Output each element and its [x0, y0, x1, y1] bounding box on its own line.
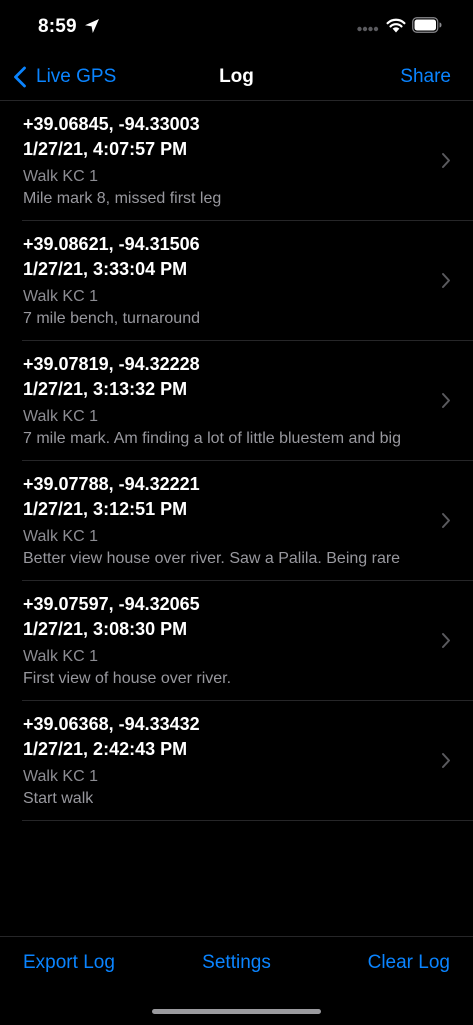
battery-icon [412, 17, 442, 33]
entry-note: Start walk [23, 790, 94, 807]
entry-trip-name: Walk KC 1 [23, 168, 98, 185]
entry-coordinates: +39.07819, -94.32228 [23, 354, 200, 374]
wifi-icon [386, 18, 406, 33]
entry-trip-name: Walk KC 1 [23, 648, 98, 665]
log-entry-row[interactable]: +39.07788, -94.32221 1/27/21, 3:12:51 PM… [22, 461, 473, 581]
entry-note: Better view house over river. Saw a Pali… [23, 550, 401, 567]
entry-timestamp: 1/27/21, 3:08:30 PM [23, 619, 188, 639]
entry-coordinates: +39.08621, -94.31506 [23, 234, 200, 254]
entry-coordinates: +39.07597, -94.32065 [23, 594, 200, 614]
chevron-right-icon [442, 393, 450, 408]
chevron-right-icon [442, 273, 450, 288]
status-bar: 8:59 [0, 0, 473, 54]
location-arrow-icon [85, 19, 99, 33]
entry-timestamp: 1/27/21, 3:33:04 PM [23, 259, 188, 279]
status-time: 8:59 [38, 16, 77, 37]
navigation-bar: Live GPS Log Share [0, 54, 473, 101]
log-list: +39.06845, -94.33003 1/27/21, 4:07:57 PM… [0, 101, 473, 821]
log-entry-row[interactable]: +39.06845, -94.33003 1/27/21, 4:07:57 PM… [22, 101, 473, 221]
chevron-right-icon [442, 153, 450, 168]
entry-coordinates: +39.07788, -94.32221 [23, 474, 200, 494]
entry-coordinates: +39.06368, -94.33432 [23, 714, 200, 734]
clear-log-button[interactable]: Clear Log [368, 952, 450, 974]
entry-timestamp: 1/27/21, 3:12:51 PM [23, 499, 188, 519]
log-entry-row[interactable]: +39.06368, -94.33432 1/27/21, 2:42:43 PM… [22, 701, 473, 821]
entry-note: Mile mark 8, missed first leg [23, 190, 222, 207]
log-entry-row[interactable]: +39.08621, -94.31506 1/27/21, 3:33:04 PM… [22, 221, 473, 341]
entry-note: 7 mile mark. Am finding a lot of little … [23, 430, 401, 447]
log-entry-row[interactable]: +39.07597, -94.32065 1/27/21, 3:08:30 PM… [22, 581, 473, 701]
entry-trip-name: Walk KC 1 [23, 768, 98, 785]
entry-note: 7 mile bench, turnaround [23, 310, 200, 327]
share-button[interactable]: Share [400, 66, 451, 88]
entry-trip-name: Walk KC 1 [23, 528, 98, 545]
chevron-right-icon [442, 513, 450, 528]
entry-timestamp: 1/27/21, 4:07:57 PM [23, 139, 188, 159]
entry-note: First view of house over river. [23, 670, 232, 687]
entry-trip-name: Walk KC 1 [23, 408, 98, 425]
home-indicator[interactable] [152, 1009, 321, 1014]
entry-timestamp: 1/27/21, 2:42:43 PM [23, 739, 188, 759]
cellular-dots-icon [357, 26, 379, 32]
chevron-right-icon [442, 633, 450, 648]
entry-coordinates: +39.06845, -94.33003 [23, 114, 200, 134]
entry-timestamp: 1/27/21, 3:13:32 PM [23, 379, 188, 399]
entry-trip-name: Walk KC 1 [23, 288, 98, 305]
chevron-right-icon [442, 753, 450, 768]
log-entry-row[interactable]: +39.07819, -94.32228 1/27/21, 3:13:32 PM… [22, 341, 473, 461]
